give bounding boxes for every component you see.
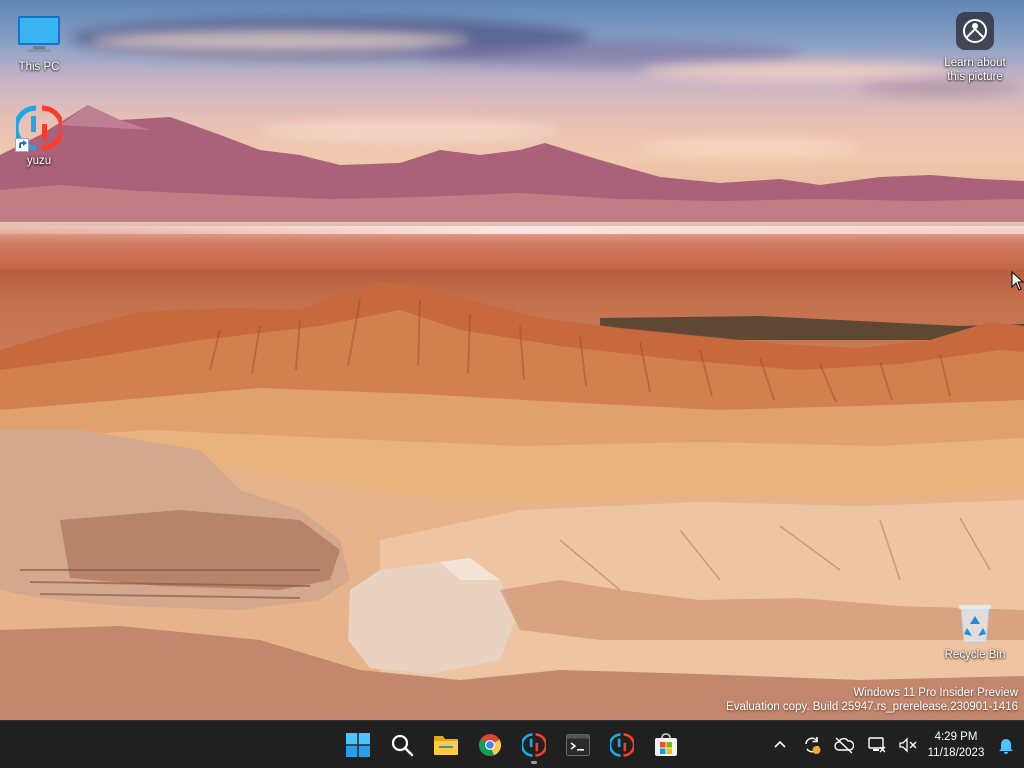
system-tray: 4:29 PM 11/18/2023	[764, 721, 1024, 768]
notifications-button[interactable]	[988, 725, 1024, 765]
store-icon	[655, 733, 677, 756]
clock-date: 11/18/2023	[927, 747, 985, 759]
terminal-icon	[566, 734, 590, 756]
foreground-rocks	[0, 430, 1024, 720]
learn-about-this-picture[interactable]: Learn about this picture	[936, 10, 1014, 84]
onedrive-tray-button[interactable]	[828, 725, 860, 765]
cloud	[90, 30, 470, 52]
store-button[interactable]	[644, 725, 688, 765]
shortcut-arrow-icon	[15, 138, 29, 152]
cloud	[640, 62, 960, 80]
taskbar-apps	[336, 721, 688, 768]
recycle-bin-icon	[951, 598, 999, 646]
yuzu-icon	[522, 733, 546, 757]
volume-muted-icon	[899, 737, 917, 753]
yuzu-icon	[610, 733, 634, 757]
taskbar-clock[interactable]: 4:29 PM 11/18/2023	[924, 725, 988, 765]
desktop-icon-yuzu[interactable]: yuzu	[1, 104, 77, 168]
yuzu-icon	[15, 104, 63, 152]
salt-flat-highlight	[0, 226, 1024, 234]
windows-logo-icon	[346, 733, 370, 757]
chrome-icon	[479, 734, 502, 757]
search-button[interactable]	[380, 725, 424, 765]
sync-tray-button[interactable]	[796, 725, 828, 765]
network-tray-button[interactable]	[860, 725, 892, 765]
yuzu-taskbar-button[interactable]	[512, 725, 556, 765]
show-hidden-icons-button[interactable]	[764, 725, 796, 765]
cloud-off-icon	[834, 737, 854, 754]
desktop-icon-label: This PC	[18, 61, 60, 73]
learn-about-line2: this picture	[947, 71, 1003, 83]
this-pc-icon	[15, 10, 63, 58]
bell-icon	[999, 739, 1013, 754]
desktop-icon-recycle-bin[interactable]: Recycle Bin	[937, 598, 1013, 662]
desktop-wallpaper[interactable]	[0, 0, 1024, 720]
evaluation-watermark: Windows 11 Pro Insider Preview Evaluatio…	[726, 686, 1018, 714]
volume-tray-button[interactable]	[892, 725, 924, 765]
desktop-icon-label: yuzu	[26, 155, 52, 167]
chevron-up-icon	[774, 740, 786, 748]
sync-icon	[805, 737, 821, 754]
watermark-line1: Windows 11 Pro Insider Preview	[853, 687, 1018, 699]
taskbar: 4:29 PM 11/18/2023	[0, 720, 1024, 768]
mouse-cursor-icon	[1011, 271, 1024, 291]
search-icon	[391, 734, 414, 757]
clock-time: 4:29 PM	[934, 731, 978, 743]
desktop-icon-label: Recycle Bin	[944, 649, 1006, 661]
learn-about-line1: Learn about	[944, 57, 1006, 69]
desktop-icon-this-pc[interactable]: This PC	[1, 10, 77, 74]
folder-icon	[434, 736, 458, 755]
chrome-button[interactable]	[468, 725, 512, 765]
camera-info-icon	[954, 10, 996, 52]
watermark-line2: Evaluation copy. Build 25947.rs_prerelea…	[726, 701, 1018, 713]
network-icon	[868, 737, 886, 753]
terminal-button[interactable]	[556, 725, 600, 765]
yuzu-taskbar-button-2[interactable]	[600, 725, 644, 765]
file-explorer-button[interactable]	[424, 725, 468, 765]
mountains	[0, 105, 1024, 235]
start-button[interactable]	[336, 725, 380, 765]
